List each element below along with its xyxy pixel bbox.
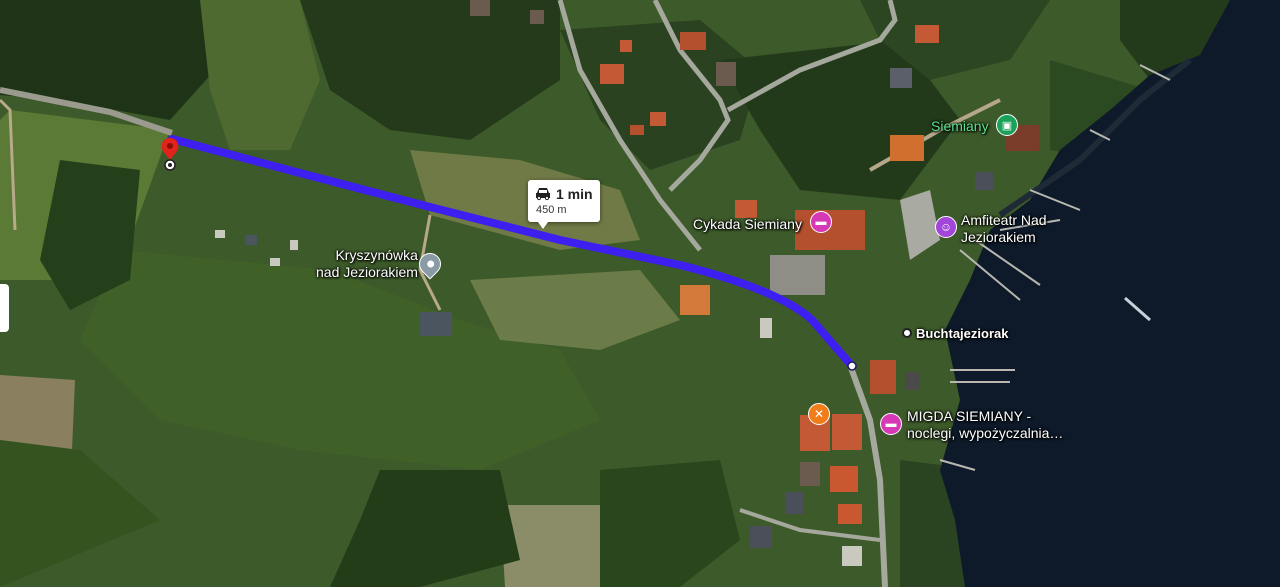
place-label-amfiteatr[interactable]: Amfiteatr Nad Jeziorakiem bbox=[961, 212, 1047, 246]
place-label-cykada-siemiany[interactable]: Cykada Siemiany bbox=[693, 216, 802, 233]
map-canvas[interactable] bbox=[0, 0, 1280, 587]
hotel-icon[interactable]: ▬ bbox=[810, 211, 832, 233]
place-label-kryszynowka[interactable]: Kryszynówka nad Jeziorakiem bbox=[316, 247, 418, 281]
place-label-buchtajeziorak[interactable]: Buchtajeziorak bbox=[916, 325, 1008, 342]
place-label-migda-siemiany[interactable]: MIGDA SIEMIANY - noclegi, wypożyczalnia… bbox=[907, 408, 1063, 442]
place-label-siemiany[interactable]: Siemiany bbox=[931, 118, 989, 135]
route-time: 1 min bbox=[556, 186, 593, 202]
restaurant-icon[interactable]: ✕ bbox=[808, 403, 830, 425]
hotel-icon[interactable]: ▬ bbox=[880, 413, 902, 435]
theater-icon[interactable]: ☺ bbox=[935, 216, 957, 238]
field-area bbox=[0, 375, 75, 450]
dot-icon[interactable] bbox=[902, 328, 912, 338]
route-info-box[interactable]: 1 min 450 m bbox=[528, 180, 600, 229]
route-end-dot[interactable] bbox=[847, 361, 857, 371]
route-distance: 450 m bbox=[536, 204, 567, 216]
side-panel-toggle[interactable] bbox=[0, 284, 9, 332]
train-icon[interactable]: ▣ bbox=[996, 114, 1018, 136]
car-icon bbox=[536, 188, 550, 201]
